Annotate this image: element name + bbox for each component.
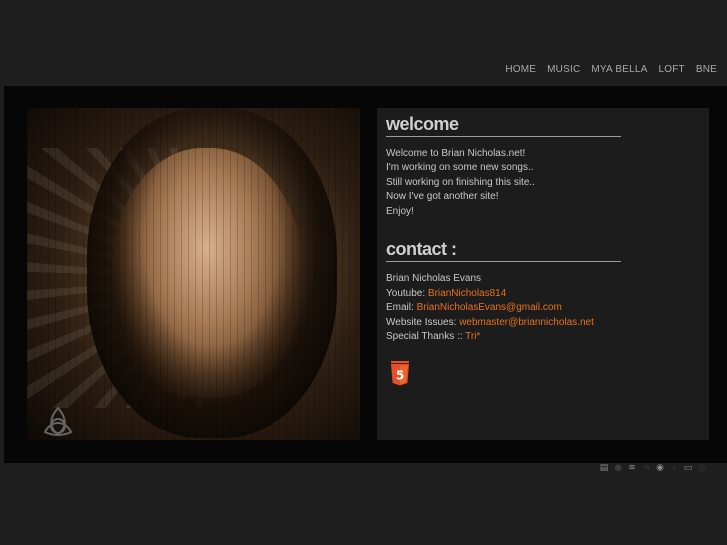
- html5-logo-icon[interactable]: 5: [390, 361, 410, 387]
- email-label: Email:: [386, 302, 417, 313]
- contact-thanks: Special Thanks :: Tri*: [386, 331, 480, 342]
- portrait-image: [27, 108, 360, 440]
- contact-name: Brian Nicholas Evans: [386, 273, 482, 284]
- scanline-overlay: [27, 108, 360, 440]
- nav-mya-bella[interactable]: MYA BELLA: [591, 64, 647, 75]
- info-panel: welcome Welcome to Brian Nicholas.net! I…: [377, 108, 709, 440]
- youtube-label: Youtube:: [386, 288, 428, 299]
- window-icon[interactable]: ▭: [683, 463, 693, 473]
- contact-youtube: Youtube: BrianNicholas814: [386, 288, 506, 299]
- nav-bne[interactable]: BNE: [696, 64, 717, 75]
- contact-issues: Website Issues: webmaster@briannicholas.…: [386, 317, 594, 328]
- nav-music[interactable]: MUSIC: [547, 64, 580, 75]
- youtube-link[interactable]: BrianNicholas814: [428, 288, 506, 299]
- arrow-icon[interactable]: →: [641, 463, 651, 473]
- issues-label: Website Issues:: [386, 317, 460, 328]
- thanks-link[interactable]: Tri*: [465, 331, 480, 342]
- circle-outline-icon[interactable]: ◎: [697, 463, 707, 473]
- circle-icon[interactable]: ●: [613, 463, 623, 473]
- triquetra-icon: [43, 406, 73, 436]
- css3-icon[interactable]: ▤: [599, 463, 609, 473]
- contact-heading: contact :: [386, 239, 457, 259]
- welcome-heading: welcome: [386, 114, 459, 134]
- layers-icon[interactable]: ≋: [627, 463, 637, 473]
- contact-divider: [386, 261, 621, 262]
- welcome-line-2: I'm working on some new songs..: [386, 162, 534, 173]
- content-stage: welcome Welcome to Brian Nicholas.net! I…: [4, 86, 727, 463]
- chevron-left-icon[interactable]: ‹: [669, 463, 679, 473]
- target-icon[interactable]: ◉: [655, 463, 665, 473]
- nav-loft[interactable]: LOFT: [658, 64, 684, 75]
- welcome-line-1: Welcome to Brian Nicholas.net!: [386, 148, 526, 159]
- contact-email: Email: BrianNicholasEvans@gmail.com: [386, 302, 562, 313]
- webmaster-link[interactable]: webmaster@briannicholas.net: [459, 317, 594, 328]
- welcome-line-5: Enjoy!: [386, 206, 414, 217]
- nav-home[interactable]: HOME: [505, 64, 536, 75]
- welcome-divider: [386, 136, 621, 137]
- welcome-line-4: Now I've got another site!: [386, 191, 499, 202]
- thanks-label: Special Thanks ::: [386, 331, 466, 342]
- email-link[interactable]: BrianNicholasEvans@gmail.com: [417, 302, 562, 313]
- footer-icon-row: ▤ ● ≋ → ◉ ‹ ▭ ◎: [599, 463, 707, 473]
- html5-number: 5: [396, 369, 404, 383]
- top-navigation: HOME MUSIC MYA BELLA LOFT BNE: [505, 64, 717, 75]
- welcome-line-3: Still working on finishing this site..: [386, 177, 535, 188]
